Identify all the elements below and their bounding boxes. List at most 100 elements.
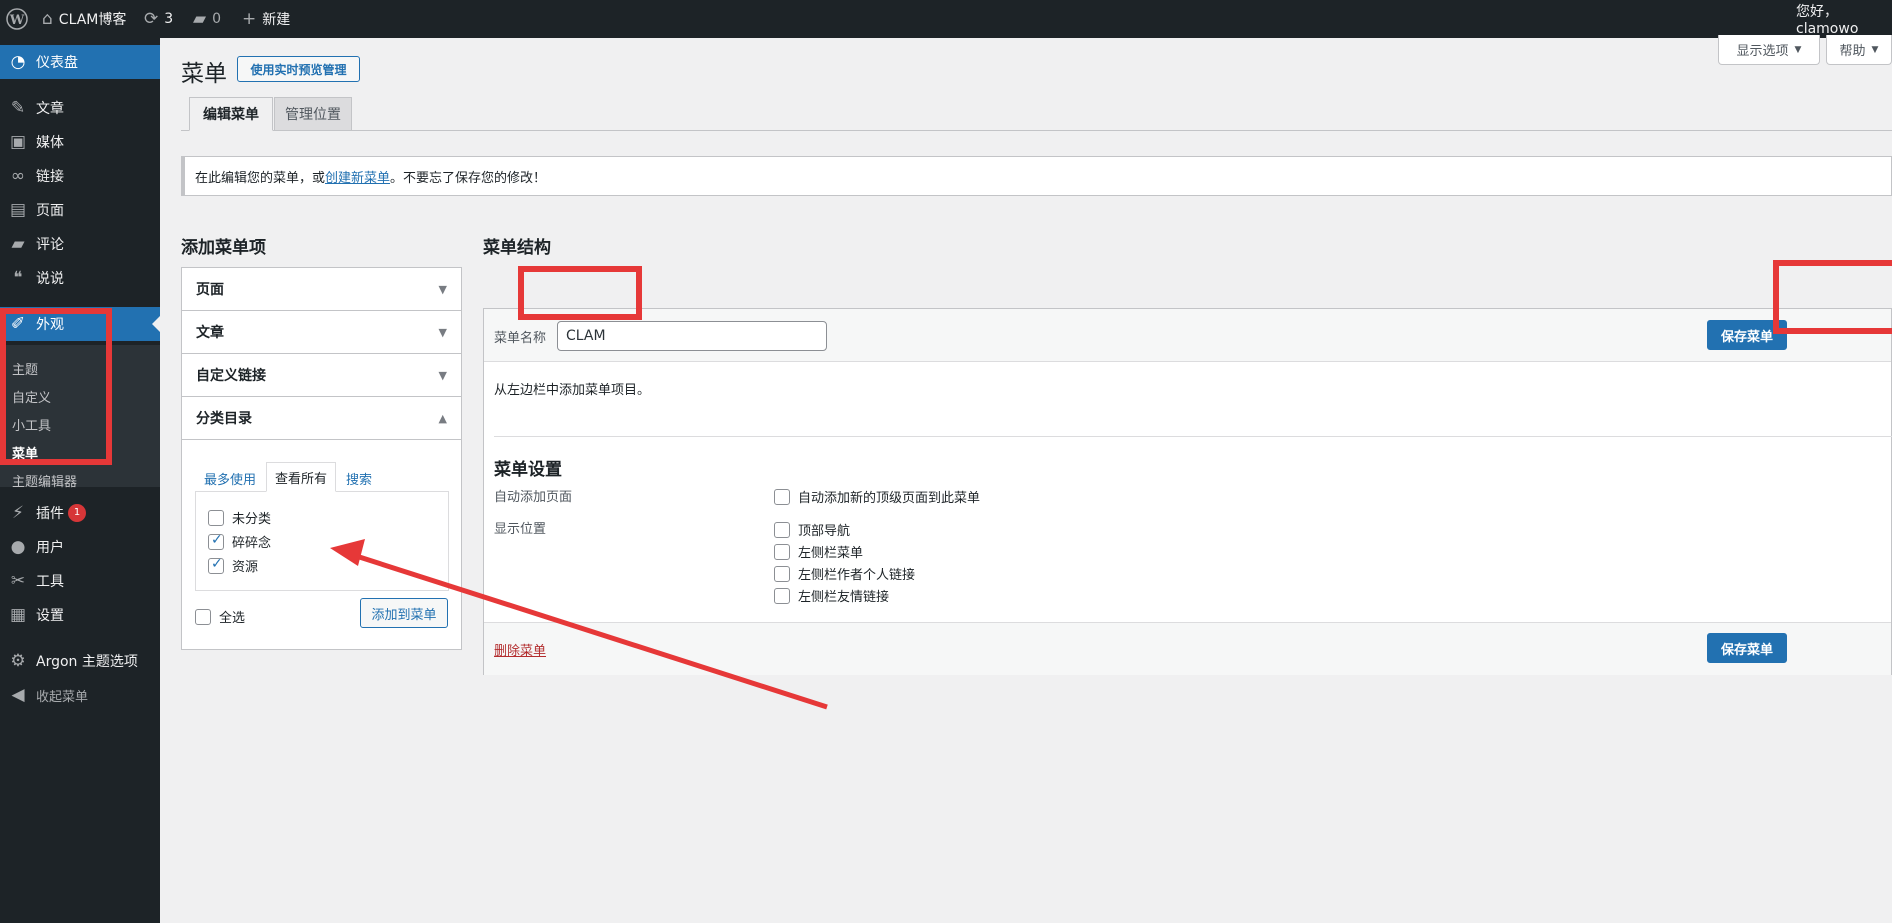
sidebar-item-posts[interactable]: ✎ 文章	[0, 91, 160, 125]
screen-options-button[interactable]: 显示选项 ▼	[1718, 35, 1820, 65]
sidebar-collapse[interactable]: ◀ 收起菜单	[0, 678, 160, 712]
main-content: 显示选项 ▼ 帮助 ▼ 菜单 使用实时预览管理 编辑菜单 管理位置 在此编辑您的菜单…	[160, 35, 1892, 923]
sidebar-item-dashboard[interactable]: ◔ 仪表盘	[0, 45, 160, 79]
add-items-hint: 从左边栏中添加菜单项目。	[494, 383, 651, 398]
comment-icon: ▰	[11, 234, 25, 254]
checkbox[interactable]	[774, 521, 790, 538]
checkbox[interactable]	[195, 608, 211, 625]
tab-search[interactable]: 搜索	[346, 469, 372, 488]
auto-add-option[interactable]: 自动添加新的顶级页面到此菜单	[774, 487, 980, 506]
menu-edit-box: 菜单名称 保存菜单 从左边栏中添加菜单项目。 菜单设置 自动添加页面 自动添加新…	[483, 308, 1892, 675]
tab-manage-locations[interactable]: 管理位置	[274, 97, 352, 131]
admin-bar: W ⌂ CLAM博客 ⟳ 3 ▰ 0 + 新建 您好，clamowo	[0, 0, 1892, 38]
tab-most-used[interactable]: 最多使用	[204, 469, 256, 488]
display-location-label: 显示位置	[494, 522, 547, 537]
user-icon: ●	[10, 537, 26, 557]
plugins-update-badge: 1	[68, 504, 86, 522]
categories-panel: 最多使用 查看所有 搜索 未分类 碎碎念 资源 全选 添加到菜单	[181, 439, 462, 650]
wrench-icon: ✂	[10, 571, 26, 591]
category-item[interactable]: 碎碎念	[208, 532, 271, 551]
checkbox-checked[interactable]	[208, 556, 224, 574]
sidebar-item-settings[interactable]: ▦ 设置	[0, 598, 160, 632]
site-name-link[interactable]: ⌂ CLAM博客	[42, 0, 126, 38]
checkbox[interactable]	[774, 587, 790, 604]
current-menu-pointer	[152, 316, 160, 332]
checkbox[interactable]	[774, 488, 790, 505]
sidebar-item-tools[interactable]: ✂ 工具	[0, 564, 160, 598]
accordion-custom-links[interactable]: 自定义链接 ▼	[181, 353, 462, 396]
sidebar-item-links[interactable]: ∞ 链接	[0, 159, 160, 193]
menu-structure-heading: 菜单结构	[483, 238, 551, 258]
updates-link[interactable]: ⟳ 3	[144, 0, 173, 38]
dashboard-icon: ◔	[10, 52, 26, 72]
svg-text:W: W	[9, 13, 25, 28]
sidebar-item-argon[interactable]: ⚙ Argon 主题选项	[0, 644, 160, 678]
add-menu-items-heading: 添加菜单项	[181, 238, 266, 258]
checkbox[interactable]	[208, 509, 224, 526]
link-icon: ∞	[10, 166, 26, 186]
highlight-box	[1773, 260, 1892, 334]
live-preview-button[interactable]: 使用实时预览管理	[237, 56, 360, 82]
highlight-box	[0, 308, 112, 465]
settings-icon: ▦	[9, 605, 27, 625]
page-icon: ▤	[9, 200, 27, 220]
expand-arrow-icon: ▼	[438, 325, 447, 339]
divider	[494, 436, 1892, 437]
sidebar-item-pages[interactable]: ▤ 页面	[0, 193, 160, 227]
sidebar-item-media[interactable]: ▣ 媒体	[0, 125, 160, 159]
expand-arrow-icon: ▼	[438, 282, 447, 296]
comments-link[interactable]: ▰ 0	[193, 0, 221, 38]
pin-icon: ✎	[10, 98, 26, 118]
save-menu-button[interactable]: 保存菜单	[1707, 633, 1787, 663]
caret-down-icon: ▼	[1794, 44, 1802, 55]
checkbox[interactable]	[774, 565, 790, 582]
collapse-arrow-icon: ▲	[438, 411, 447, 425]
wordpress-logo-icon[interactable]: W	[6, 0, 30, 38]
tab-view-all[interactable]: 查看所有	[266, 462, 336, 492]
help-button[interactable]: 帮助 ▼	[1826, 35, 1892, 65]
submenu-item-theme-editor[interactable]: 主题编辑器	[12, 471, 77, 490]
location-option[interactable]: 左侧栏菜单	[774, 542, 863, 561]
auto-add-label: 自动添加页面	[494, 490, 573, 505]
highlight-box	[518, 266, 642, 320]
sidebar-item-plugins[interactable]: ⚡ 插件 1	[0, 496, 160, 530]
checkbox-checked[interactable]	[208, 532, 224, 550]
gear-icon: ⚙	[10, 651, 26, 671]
expand-arrow-icon: ▼	[438, 368, 447, 382]
notice-box: 在此编辑您的菜单，或 创建新菜单 。不要忘了保存您的修改！	[181, 156, 1892, 196]
refresh-icon: ⟳	[144, 9, 159, 29]
tabs-divider	[181, 130, 1892, 131]
sidebar-item-shuoshuo[interactable]: ❝ 说说	[0, 261, 160, 295]
sidebar-item-comments[interactable]: ▰ 评论	[0, 227, 160, 261]
location-option[interactable]: 顶部导航	[774, 520, 850, 539]
accordion-posts[interactable]: 文章 ▼	[181, 310, 462, 353]
tab-edit-menus[interactable]: 编辑菜单	[189, 97, 273, 131]
sidebar-item-users[interactable]: ● 用户	[0, 530, 160, 564]
collapse-arrow-icon: ◀	[11, 685, 25, 705]
select-all[interactable]: 全选	[195, 607, 245, 626]
category-checklist: 未分类 碎碎念 资源	[195, 491, 449, 591]
plug-icon: ⚡	[12, 503, 24, 523]
comment-icon: ▰	[193, 9, 207, 29]
caret-down-icon: ▼	[1871, 44, 1879, 55]
add-to-menu-button[interactable]: 添加到菜单	[360, 598, 448, 628]
delete-menu-link[interactable]: 删除菜单	[494, 640, 546, 659]
account-greeting[interactable]: 您好，clamowo	[1796, 0, 1892, 38]
accordion-pages[interactable]: 页面 ▼	[181, 267, 462, 310]
checkbox[interactable]	[774, 543, 790, 560]
accordion-categories[interactable]: 分类目录 ▲	[181, 396, 462, 439]
location-option[interactable]: 左侧栏作者个人链接	[774, 564, 915, 583]
menu-footer	[484, 622, 1891, 675]
create-new-menu-link[interactable]: 创建新菜单	[325, 167, 390, 186]
menu-name-input[interactable]	[557, 321, 827, 351]
category-item[interactable]: 资源	[208, 556, 258, 575]
page-title: 菜单	[181, 61, 227, 87]
admin-sidebar: ◔ 仪表盘 ✎ 文章 ▣ 媒体 ∞ 链接 ▤ 页面 ▰ 评论 ❝ 说说 ✐ 外观…	[0, 38, 160, 923]
new-content-link[interactable]: + 新建	[242, 0, 290, 38]
location-option[interactable]: 左侧栏友情链接	[774, 586, 889, 605]
category-item[interactable]: 未分类	[208, 508, 271, 527]
menu-settings-heading: 菜单设置	[494, 460, 562, 480]
media-icon: ▣	[9, 132, 27, 152]
plus-icon: +	[242, 9, 257, 29]
menu-name-label: 菜单名称	[494, 331, 547, 346]
